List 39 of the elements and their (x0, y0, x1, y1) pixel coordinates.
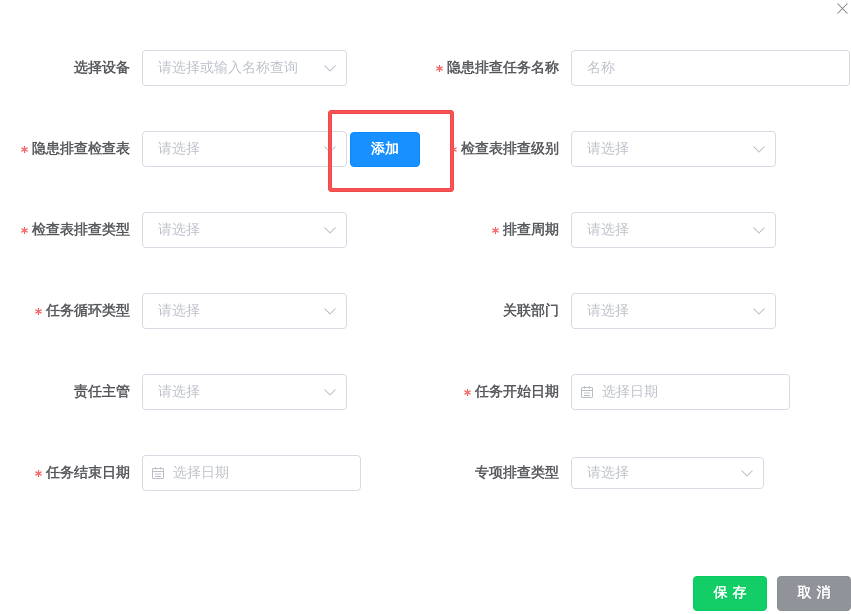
field-label: 关联部门 (503, 302, 559, 321)
add-button[interactable]: 添加 (350, 132, 420, 166)
field-label: 隐患排查任务名称 (447, 59, 559, 78)
select-field[interactable]: 请选择 (142, 212, 347, 248)
field-label: 任务结束日期 (46, 464, 130, 483)
field-label: 责任主管 (74, 382, 130, 402)
field-label: 选择设备 (74, 59, 130, 78)
chevron-down-icon (324, 146, 336, 153)
chevron-down-icon (753, 227, 765, 234)
chevron-down-icon (324, 227, 336, 234)
select-field[interactable]: 请选择 (142, 131, 347, 167)
save-button[interactable]: 保存 (693, 576, 767, 611)
text-field[interactable]: 名称 (571, 50, 850, 86)
field-label: 检查表排查级别 (461, 140, 559, 159)
chevron-down-icon (324, 389, 336, 396)
chevron-down-icon (753, 308, 765, 315)
field-label: 隐患排查检查表 (32, 140, 130, 159)
chevron-down-icon (324, 65, 336, 72)
close-icon[interactable] (837, 3, 848, 14)
select-field[interactable]: 请选择 (571, 293, 776, 329)
select-field[interactable]: 请选择 (142, 293, 347, 329)
calendar-icon (152, 467, 164, 479)
select-field[interactable]: 请选择 (571, 457, 764, 489)
field-label: 排查周期 (503, 221, 559, 240)
field-label: 检查表排查类型 (32, 221, 130, 240)
date-field[interactable]: 选择日期 (142, 455, 361, 491)
field-label: 任务开始日期 (475, 383, 559, 402)
date-field[interactable]: 选择日期 (571, 374, 790, 410)
calendar-icon (581, 386, 593, 398)
field-label: 专项排查类型 (475, 464, 559, 483)
select-field[interactable]: 请选择 (571, 131, 776, 167)
chevron-down-icon (324, 308, 336, 315)
chevron-down-icon (753, 146, 765, 153)
chevron-down-icon (741, 470, 753, 477)
field-label: 任务循环类型 (46, 302, 130, 321)
select-field[interactable]: 请选择 (142, 374, 347, 410)
select-field[interactable]: 请选择或输入名称查询 (142, 50, 347, 86)
cancel-button[interactable]: 取消 (777, 576, 851, 611)
select-field[interactable]: 请选择 (571, 212, 776, 248)
